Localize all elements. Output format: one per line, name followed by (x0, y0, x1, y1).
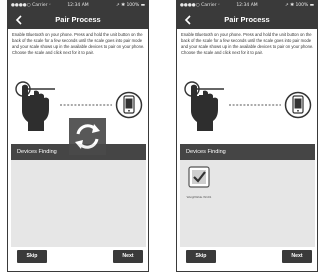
hand-pointing-icon (15, 81, 55, 131)
next-button[interactable]: Next (282, 250, 312, 263)
battery-label: ↗ ✱ 100% ▬ (116, 3, 145, 8)
pairing-illustration (184, 81, 312, 131)
devices-panel: Devices Finding WeighWide W101 (180, 144, 315, 247)
page-title: Pair Process (224, 15, 270, 24)
skip-button[interactable]: Skip (17, 250, 47, 263)
nav-bar: Pair Process (8, 10, 148, 29)
pairing-instructions: Enable Bluetooth on your phone. Press an… (12, 32, 145, 56)
smartphone-icon (115, 91, 143, 119)
device-item[interactable]: WeighWide W101 (184, 166, 214, 199)
nav-bar: Pair Process (177, 10, 317, 29)
pairing-instructions: Enable Bluetooth on your phone. Press an… (181, 32, 314, 56)
device-name: WeighWide W101 (186, 195, 212, 199)
devices-header: Devices Finding (180, 144, 315, 160)
status-bar: ●●●●○ Carrier ᵕ 12:34 AM ↗ ✱ 100% ▬ (177, 1, 317, 10)
smartphone-icon (284, 91, 312, 119)
battery-label: ↗ ✱ 100% ▬ (285, 3, 314, 8)
status-bar: ●●●●○ Carrier ᵕ 12:34 AM ↗ ✱ 100% ▬ (8, 1, 148, 10)
back-button[interactable] (180, 11, 196, 28)
skip-button[interactable]: Skip (186, 250, 216, 263)
next-button[interactable]: Next (113, 250, 143, 263)
refresh-icon (75, 124, 100, 149)
phone-screen-searching: ●●●●○ Carrier ᵕ 12:34 AM ↗ ✱ 100% ▬ Pair… (7, 0, 149, 272)
devices-panel: Devices Finding (11, 144, 146, 247)
chevron-left-icon (184, 14, 191, 25)
hand-pointing-icon (184, 81, 224, 131)
phone-screen-found: ●●●●○ Carrier ᵕ 12:34 AM ↗ ✱ 100% ▬ Pair… (176, 0, 318, 272)
scale-check-icon (188, 166, 210, 188)
back-button[interactable] (11, 11, 27, 28)
chevron-left-icon (15, 14, 22, 25)
loading-overlay (69, 118, 106, 155)
page-title: Pair Process (55, 15, 101, 24)
